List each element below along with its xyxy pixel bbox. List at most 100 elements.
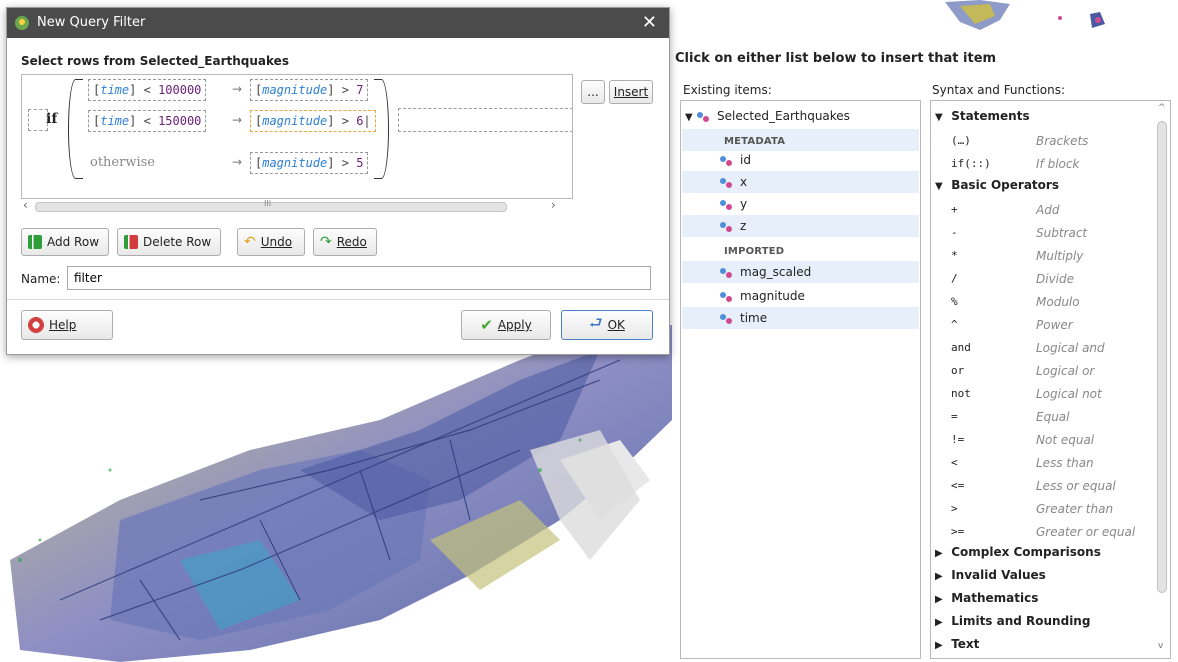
category-basic-operators[interactable]: ▼ Basic Operators [935, 178, 1059, 192]
syntax-item[interactable]: or Logical or [931, 360, 1151, 382]
horizontal-scrollbar[interactable]: ‹ III › [21, 198, 571, 213]
redo-button[interactable]: ↷ Redo [313, 228, 377, 256]
expand-triangle-icon[interactable]: ▶ [935, 617, 947, 628]
syntax-description: If block [1036, 157, 1080, 171]
list-item[interactable]: magnitude [682, 285, 805, 307]
syntax-symbol: + [951, 203, 958, 216]
ellipsis-button[interactable]: ... [581, 80, 605, 104]
list-item[interactable]: mag_scaled [682, 261, 919, 283]
expand-triangle-icon[interactable]: ▶ [935, 571, 947, 582]
syntax-functions-list[interactable]: ▼ Statements (…) Bracketsif(::) If block ▼… [930, 100, 1171, 659]
tree-root[interactable]: ▼ Selected_Earthquakes [685, 105, 850, 127]
syntax-item[interactable]: - Subtract [931, 222, 1151, 244]
syntax-item[interactable]: > Greater than [931, 498, 1151, 520]
syntax-item[interactable]: (…) Brackets [931, 130, 1151, 152]
condition-field: time [100, 83, 130, 97]
result-row-1[interactable]: [magnitude] > 7 [250, 79, 369, 101]
condition-row-2[interactable]: [time] < 150000 [88, 110, 207, 132]
help-button[interactable]: Help [21, 310, 113, 340]
syntax-description: Greater than [1036, 502, 1114, 516]
list-item[interactable]: x [682, 171, 919, 193]
empty-slot[interactable] [28, 109, 48, 131]
syntax-item[interactable]: / Divide [931, 268, 1151, 290]
new-query-filter-dialog: New Query Filter ✕ Select rows from Sele… [6, 7, 670, 355]
delete-row-button[interactable]: Delete Row [117, 228, 221, 256]
expand-triangle-icon[interactable]: ▶ [935, 548, 947, 559]
list-item[interactable]: id [682, 149, 751, 171]
syntax-item[interactable]: % Modulo [931, 291, 1151, 313]
attribute-icon [720, 199, 734, 211]
list-item[interactable]: z [682, 215, 919, 237]
category-collapsed[interactable]: ▶ Text [935, 637, 979, 651]
enter-arrow-icon: ⮐ [589, 313, 603, 332]
scroll-up-icon[interactable]: ^ [1158, 103, 1166, 113]
scroll-right-icon[interactable]: › [551, 198, 556, 212]
arrow-1: → [232, 82, 243, 96]
close-icon[interactable]: ✕ [642, 12, 657, 33]
vertical-scrollbar[interactable]: ^ v [1156, 103, 1168, 653]
category-collapsed[interactable]: ▶ Complex Comparisons [935, 545, 1101, 559]
syntax-symbol: = [951, 410, 958, 423]
syntax-symbol: * [951, 249, 958, 262]
syntax-symbol: if(::) [951, 157, 991, 170]
scrollbar-thumb[interactable] [1157, 121, 1167, 593]
syntax-description: Logical not [1036, 387, 1102, 401]
delete-row-icon [124, 235, 138, 249]
result-row-3[interactable]: [magnitude] > 5 [250, 152, 369, 174]
checkmark-icon: ✔ [480, 316, 493, 334]
syntax-item[interactable]: + Add [931, 199, 1151, 221]
scrollbar-thumb[interactable]: III [35, 199, 507, 212]
result-row-2[interactable]: [magnitude] > 6| [250, 110, 376, 132]
group-header: METADATA [682, 129, 919, 151]
syntax-symbol: > [951, 502, 958, 515]
expression-editor[interactable]: if [time] < 100000 → [magnitude] > 7 [ti… [21, 74, 573, 199]
expand-triangle-icon[interactable]: ▶ [935, 640, 947, 651]
condition-row-1[interactable]: [time] < 100000 [88, 79, 207, 101]
syntax-item[interactable]: < Less than [931, 452, 1151, 474]
undo-button[interactable]: ↶ Undo [237, 228, 305, 256]
category-collapsed[interactable]: ▶ Mathematics [935, 591, 1038, 605]
syntax-item[interactable]: ^ Power [931, 314, 1151, 336]
ok-button[interactable]: ⮐ OK [561, 310, 653, 340]
apply-button[interactable]: ✔ Apply [461, 310, 551, 340]
category-collapsed[interactable]: ▶ Limits and Rounding [935, 614, 1090, 628]
scroll-left-icon[interactable]: ‹ [23, 198, 28, 212]
syntax-item[interactable]: if(::) If block [931, 153, 1151, 175]
syntax-item[interactable]: >= Greater or equal [931, 521, 1151, 543]
else-slot[interactable] [398, 108, 572, 132]
syntax-symbol: - [951, 226, 958, 239]
attribute-icon [720, 177, 734, 189]
insert-button[interactable]: Insert [609, 80, 653, 104]
add-row-icon [28, 235, 42, 249]
add-row-button[interactable]: Add Row [21, 228, 109, 256]
redo-icon: ↷ [320, 234, 332, 250]
collapse-triangle-icon[interactable]: ▼ [685, 107, 697, 129]
syntax-item[interactable]: != Not equal [931, 429, 1151, 451]
category-collapsed[interactable]: ▶ Invalid Values [935, 568, 1046, 582]
syntax-item[interactable]: = Equal [931, 406, 1151, 428]
syntax-symbol: != [951, 433, 965, 446]
syntax-description: Logical or [1036, 364, 1095, 378]
syntax-description: Less or equal [1036, 479, 1116, 493]
syntax-symbol: < [951, 456, 958, 469]
existing-items-list[interactable]: ▼ Selected_Earthquakes METADATA id x y z … [680, 100, 921, 659]
syntax-functions-label: Syntax and Functions: [932, 83, 1066, 97]
category-statements[interactable]: ▼ Statements [935, 109, 1030, 123]
attribute-icon [720, 155, 734, 167]
name-field[interactable] [67, 266, 651, 290]
scroll-down-icon[interactable]: v [1158, 641, 1163, 651]
syntax-description: Subtract [1036, 226, 1088, 240]
syntax-item[interactable]: not Logical not [931, 383, 1151, 405]
list-item[interactable]: time [682, 307, 919, 329]
list-item[interactable]: y [682, 193, 747, 215]
syntax-item[interactable]: and Logical and [931, 337, 1151, 359]
syntax-symbol: or [951, 364, 965, 377]
syntax-item[interactable]: <= Less or equal [931, 475, 1151, 497]
syntax-item[interactable]: * Multiply [931, 245, 1151, 267]
table-icon [697, 111, 711, 123]
arrow-2: → [232, 113, 243, 127]
syntax-description: Equal [1036, 410, 1070, 424]
group-header: IMPORTED [724, 246, 785, 257]
left-parenthesis [68, 79, 83, 179]
expand-triangle-icon[interactable]: ▶ [935, 594, 947, 605]
